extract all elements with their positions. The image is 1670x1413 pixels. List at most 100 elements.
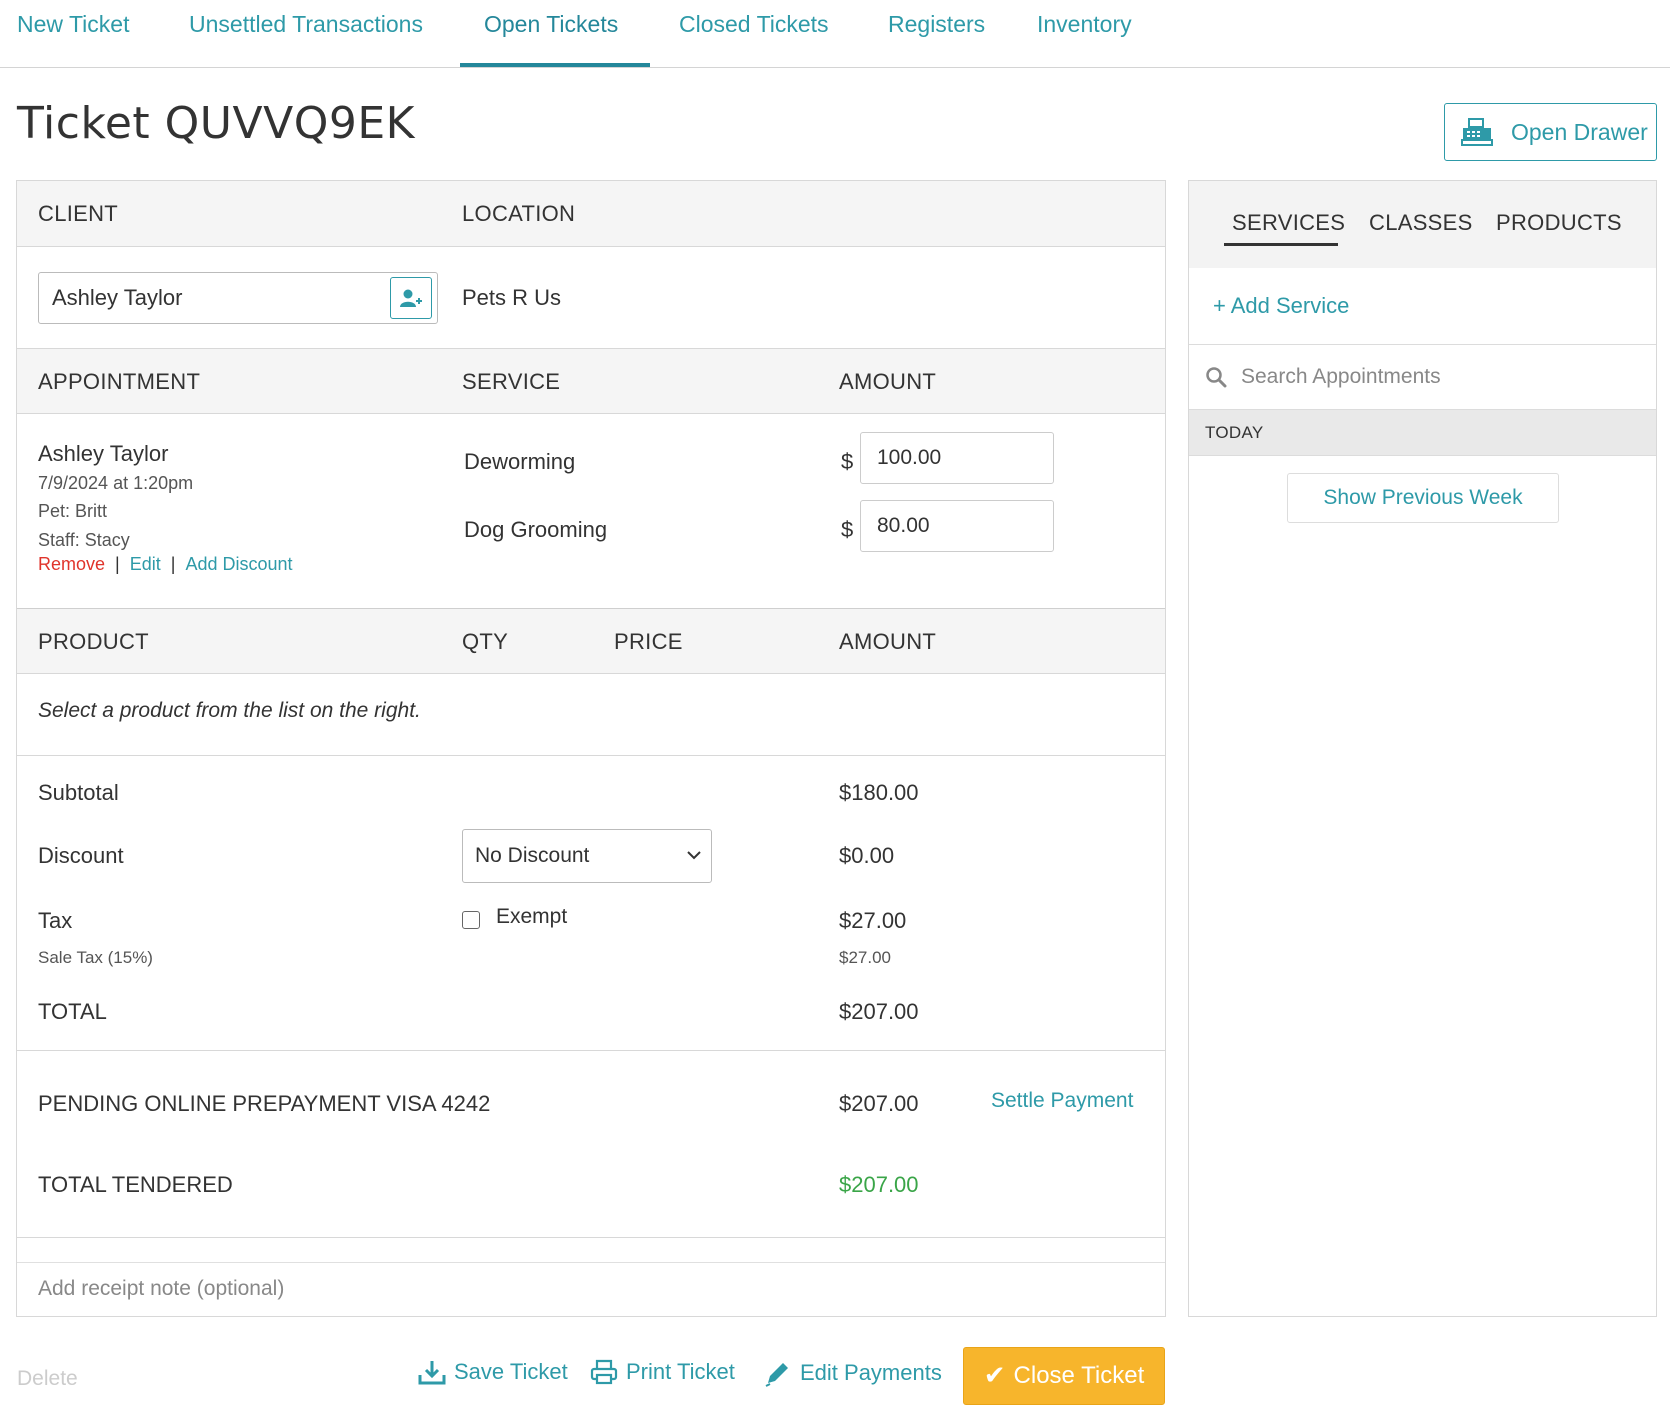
tab-products[interactable]: PRODUCTS [1496,181,1622,265]
edit-payments-label: Edit Payments [800,1360,942,1385]
price-header: PRICE [614,629,683,654]
tax-value: $27.00 [839,908,907,933]
divider [17,1237,1165,1238]
total-value: $207.00 [839,999,919,1024]
catalog-panel: SERVICES CLASSES PRODUCTS + Add Service … [1188,180,1657,1317]
location-value: Pets R Us [462,285,562,310]
show-previous-week-button[interactable]: Show Previous Week [1287,473,1559,523]
today-group-header: TODAY [1189,409,1656,456]
tab-registers[interactable]: Registers [888,0,985,68]
amount-header: AMOUNT [839,369,937,394]
discount-label: Discount [38,843,124,868]
delete-ticket-link[interactable]: Delete [17,1367,78,1391]
total-tendered-label: TOTAL TENDERED [38,1172,233,1197]
action-separator: | [170,554,176,574]
discount-select[interactable]: No Discount [462,829,712,883]
print-ticket-button[interactable]: Print Ticket [590,1359,735,1385]
save-ticket-label: Save Ticket [454,1359,568,1384]
tab-open-tickets[interactable]: Open Tickets [484,0,618,68]
tax-exempt-checkbox[interactable] [462,911,480,929]
appointment-datetime: 7/9/2024 at 1:20pm [38,473,194,493]
subtotal-value: $180.00 [839,780,919,805]
service-name: Dog Grooming [464,517,608,542]
add-service-link[interactable]: + Add Service [1213,293,1349,319]
edit-appointment-link[interactable]: Edit [130,554,161,574]
receipt-note-placeholder: Add receipt note (optional) [38,1277,285,1300]
location-header: LOCATION [462,201,576,226]
receipt-note-input[interactable]: Add receipt note (optional) [17,1262,1165,1316]
active-tab-indicator [460,63,650,67]
discount-value: $0.00 [839,843,895,868]
service-header: SERVICE [462,369,561,394]
service-name: Deworming [464,449,576,474]
page-title: Ticket QUVVQ9EK [17,98,415,149]
divider [17,755,1165,756]
remove-appointment-link[interactable]: Remove [38,554,105,574]
product-header: PRODUCT [38,629,149,654]
currency-symbol: $ [841,449,854,474]
edit-payments-button[interactable]: Edit Payments [764,1359,942,1387]
pending-payment-label: PENDING ONLINE PREPAYMENT VISA 4242 [38,1091,491,1116]
save-ticket-button[interactable]: Save Ticket [418,1359,568,1385]
tab-unsettled-transactions[interactable]: Unsettled Transactions [189,0,423,68]
tab-classes[interactable]: CLASSES [1369,181,1473,265]
pencil-icon [765,1363,788,1387]
client-field[interactable]: Ashley Taylor [38,272,438,324]
printer-icon [590,1359,618,1385]
service-amount-value: 80.00 [877,514,930,537]
checkmark-icon: ✔ [983,1361,1006,1391]
tab-closed-tickets[interactable]: Closed Tickets [679,0,829,68]
service-amount-input[interactable]: 100.00 [860,432,1054,484]
tax-label: Tax [38,908,73,933]
appointment-pet: Pet: Britt [38,501,108,521]
tab-services[interactable]: SERVICES [1232,181,1345,265]
client-header: CLIENT [38,201,119,226]
open-drawer-label: Open Drawer [1511,118,1648,145]
appointment-header: APPOINTMENT [38,369,201,394]
divider [17,1050,1165,1051]
client-section-header: CLIENT LOCATION [17,181,1165,247]
qty-header: QTY [462,629,509,654]
appointment-staff: Staff: Stacy [38,530,130,550]
add-user-icon [400,289,422,307]
total-label: TOTAL [38,999,107,1024]
ticket-panel: CLIENT LOCATION Ashley Taylor Pets R Us … [16,180,1166,1317]
search-appointments-input[interactable]: Search Appointments [1189,345,1656,409]
total-tendered-value: $207.00 [839,1172,919,1197]
sale-tax-label: Sale Tax (15%) [38,948,153,967]
tab-inventory[interactable]: Inventory [1037,0,1132,68]
search-icon [1206,367,1227,388]
download-icon [418,1361,446,1385]
service-amount-value: 100.00 [877,446,942,469]
top-nav: New Ticket Unsettled Transactions Open T… [0,0,1670,68]
appointment-client-name: Ashley Taylor [38,441,169,466]
print-ticket-label: Print Ticket [626,1359,735,1384]
tab-new-ticket[interactable]: New Ticket [17,0,129,68]
client-value: Ashley Taylor [52,285,183,310]
search-placeholder: Search Appointments [1241,365,1441,388]
tax-exempt-label: Exempt [496,905,568,928]
pending-payment-value: $207.00 [839,1091,919,1116]
sale-tax-value: $27.00 [839,948,891,967]
chevron-down-icon [687,851,701,860]
amount-header: AMOUNT [839,629,937,654]
subtotal-label: Subtotal [38,780,119,805]
open-drawer-button[interactable]: Open Drawer [1444,103,1657,161]
today-label: TODAY [1205,423,1264,442]
appointment-section-header: APPOINTMENT SERVICE AMOUNT [17,348,1165,414]
service-amount-input[interactable]: 80.00 [860,500,1054,552]
add-client-button[interactable] [390,277,432,319]
appointment-actions: Remove | Edit | Add Discount [38,554,293,575]
currency-symbol: $ [841,517,854,542]
close-ticket-label: Close Ticket [1013,1362,1145,1389]
catalog-tabs: SERVICES CLASSES PRODUCTS [1189,181,1656,268]
product-empty-hint: Select a product from the list on the ri… [38,699,421,722]
close-ticket-button[interactable]: ✔ Close Ticket [963,1347,1165,1405]
product-section-header: PRODUCT QTY PRICE AMOUNT [17,608,1165,674]
settle-payment-link[interactable]: Settle Payment [991,1089,1133,1113]
discount-selected-value: No Discount [475,844,590,867]
add-discount-link[interactable]: Add Discount [185,554,292,574]
active-tab-indicator [1224,243,1338,246]
action-separator: | [115,554,120,574]
cash-register-icon [1461,118,1493,146]
